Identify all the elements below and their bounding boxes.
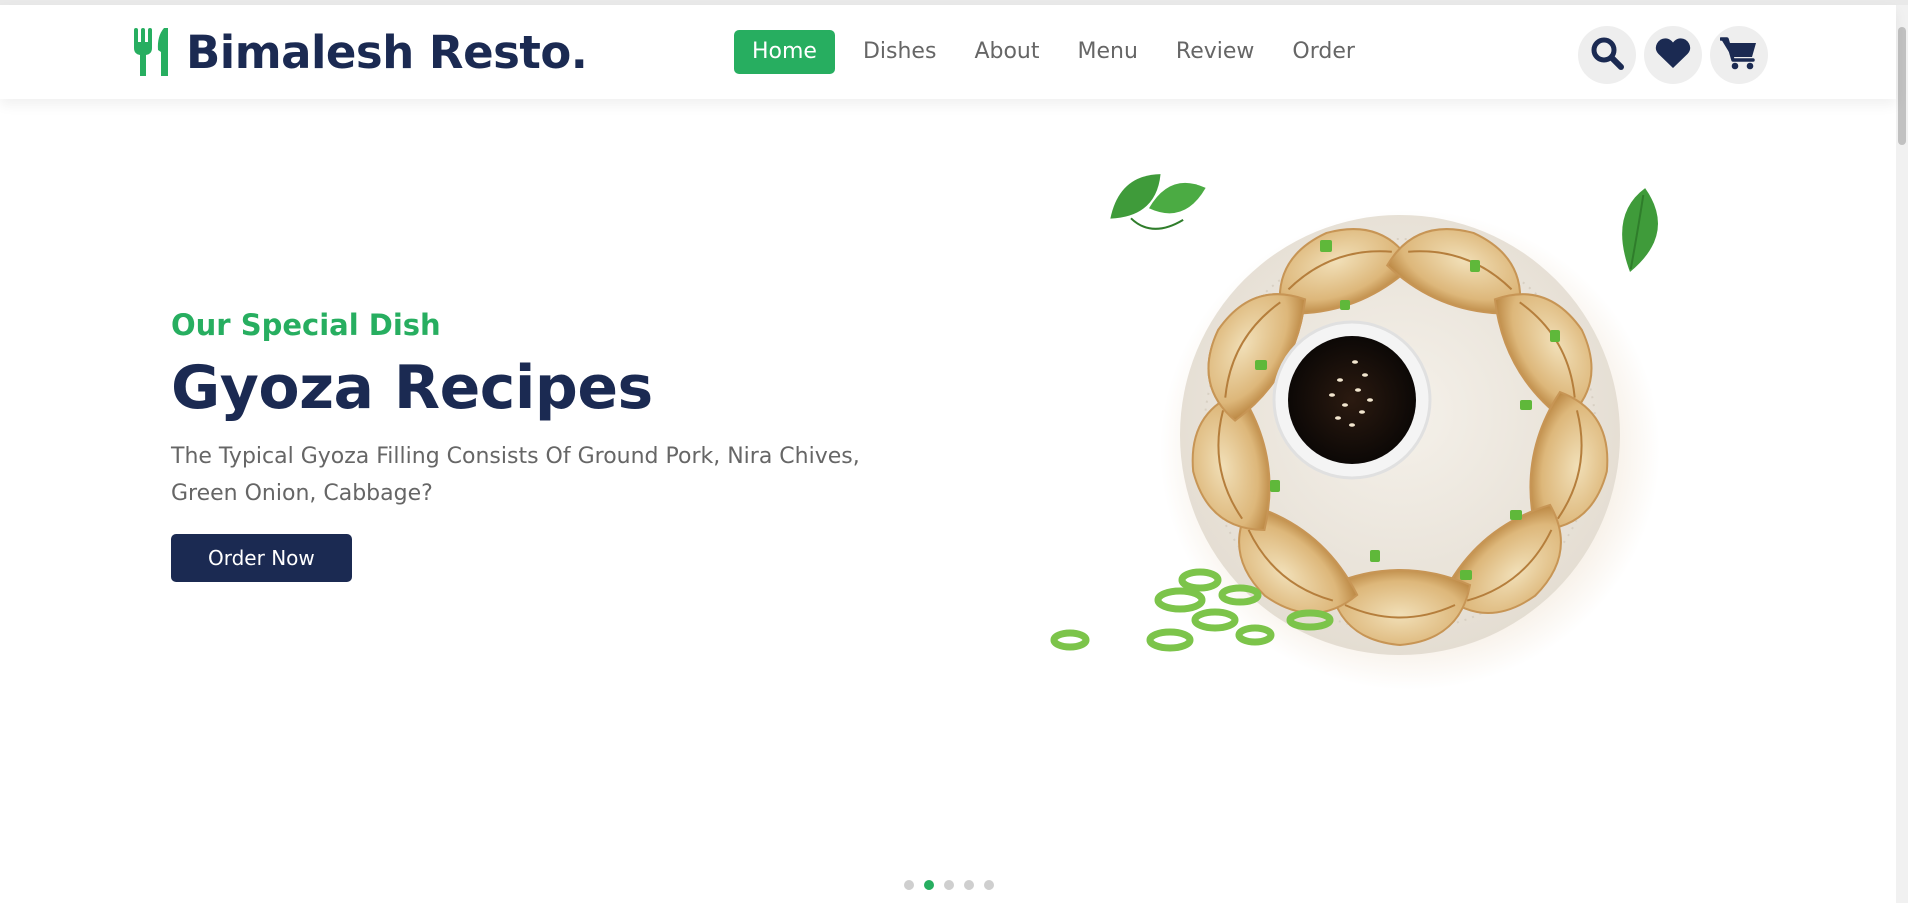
gyoza-plate-image — [1040, 150, 1700, 714]
scrollbar-thumb[interactable] — [1898, 27, 1906, 145]
utensils-icon — [132, 26, 174, 78]
cart-icon — [1719, 36, 1758, 74]
hero-title: Gyoza Recipes — [171, 353, 653, 423]
nav-item-dishes[interactable]: Dishes — [853, 30, 946, 74]
site-logo[interactable]: Bimalesh Resto. — [132, 25, 588, 79]
nav-item-about[interactable]: About — [964, 30, 1049, 74]
order-now-button[interactable]: Order Now — [171, 534, 352, 582]
search-icon — [1590, 36, 1624, 74]
slider-dot-4[interactable] — [964, 880, 974, 890]
slider-dot-5[interactable] — [984, 880, 994, 890]
nav-item-home[interactable]: Home — [734, 30, 835, 74]
nav-item-review[interactable]: Review — [1166, 30, 1265, 74]
wishlist-button[interactable] — [1644, 26, 1702, 84]
hero-slide-content: Our Special Dish Gyoza Recipes The Typic… — [171, 308, 931, 582]
nav-item-menu[interactable]: Menu — [1067, 30, 1147, 74]
heart-icon — [1655, 37, 1691, 73]
cart-button[interactable] — [1710, 26, 1768, 84]
site-header: Bimalesh Resto. Home Dishes About Menu R… — [0, 5, 1896, 99]
slider-dot-1[interactable] — [904, 880, 914, 890]
main-nav: Home Dishes About Menu Review Order — [734, 29, 1365, 75]
nav-item-order[interactable]: Order — [1282, 30, 1365, 74]
search-button[interactable] — [1578, 26, 1636, 84]
slider-dot-2[interactable] — [924, 880, 934, 890]
hero-subtitle: Our Special Dish — [171, 308, 441, 342]
brand-name: Bimalesh Resto. — [186, 25, 588, 79]
hero-description: The Typical Gyoza Filling Consists Of Gr… — [171, 444, 860, 506]
page-scrollbar[interactable] — [1896, 5, 1908, 903]
slider-pagination — [904, 880, 994, 890]
slider-dot-3[interactable] — [944, 880, 954, 890]
header-icon-group — [1578, 26, 1768, 84]
